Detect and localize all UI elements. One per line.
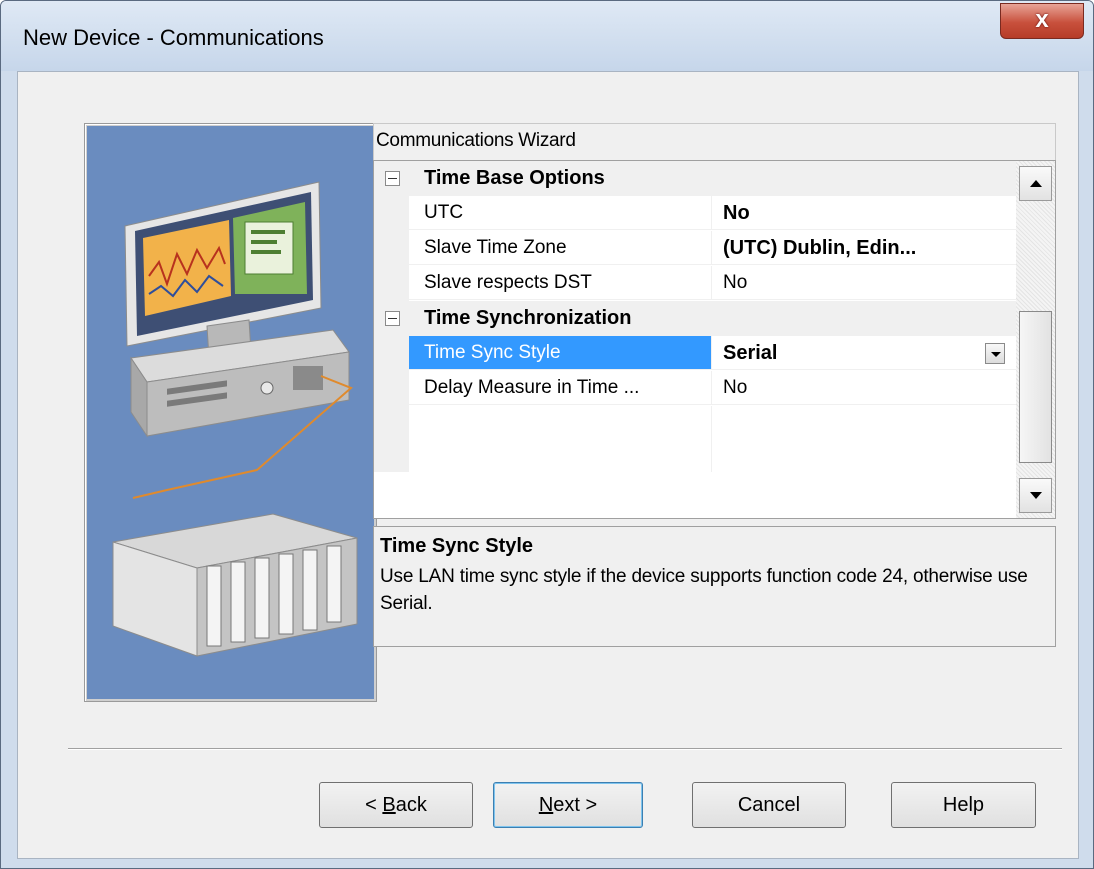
property-name-label: Slave Time Zone <box>424 237 567 258</box>
vertical-scrollbar[interactable] <box>1016 161 1055 518</box>
property-value-label: No <box>723 377 748 398</box>
property-name-label: Time Sync Style <box>424 342 561 363</box>
scrollbar-thumb[interactable] <box>1019 311 1052 463</box>
property-value-select[interactable]: Serial <box>711 336 1016 370</box>
back-button-label: ack <box>395 794 427 816</box>
wizard-header: Communications Wizard <box>373 123 1056 162</box>
collapse-toggle-icon[interactable] <box>385 171 400 186</box>
description-text: Use LAN time sync style if the device su… <box>380 566 1028 614</box>
grid-empty-area <box>374 406 1016 472</box>
description-title: Time Sync Style <box>380 535 534 557</box>
property-row-utc[interactable]: UTC No <box>374 196 1016 231</box>
category-time-synchronization[interactable]: Time Synchronization <box>374 301 1016 336</box>
next-button-accesskey: N <box>538 794 554 816</box>
property-name-label: Delay Measure in Time ... <box>424 377 640 398</box>
next-button[interactable]: Next > <box>493 782 643 828</box>
wizard-header-label: Communications Wizard <box>376 130 576 151</box>
close-icon: x <box>1035 6 1049 33</box>
dropdown-arrow-icon[interactable] <box>985 343 1005 364</box>
help-button-label: Help <box>942 794 985 816</box>
property-value-label: (UTC) Dublin, Edin... <box>723 237 917 259</box>
back-button-prefix: < <box>365 794 383 816</box>
category-time-base-options[interactable]: Time Base Options <box>374 161 1016 196</box>
category-label: Time Synchronization <box>424 307 632 329</box>
property-row-slave-respects-dst[interactable]: Slave respects DST No <box>374 266 1016 301</box>
property-value[interactable]: No <box>711 371 1016 405</box>
property-name-label: Slave respects DST <box>424 272 592 293</box>
scroll-up-arrow-icon[interactable] <box>1019 166 1052 201</box>
property-name[interactable]: Time Sync Style <box>409 336 711 370</box>
property-value-label: Serial <box>723 342 778 364</box>
category-label: Time Base Options <box>424 167 605 189</box>
collapse-toggle-icon[interactable] <box>385 311 400 326</box>
property-value[interactable]: No <box>711 196 1016 230</box>
property-row-delay-measure[interactable]: Delay Measure in Time ... No <box>374 371 1016 406</box>
close-button[interactable]: x <box>1000 3 1084 39</box>
property-grid[interactable]: Time Base Options UTC No Slave Time Zone… <box>373 160 1056 519</box>
property-row-time-sync-style[interactable]: Time Sync Style Serial <box>374 336 1016 371</box>
window-title: New Device - Communications <box>23 25 324 50</box>
scroll-down-arrow-icon[interactable] <box>1019 478 1052 513</box>
description-panel: Time Sync Style Use LAN time sync style … <box>373 526 1056 647</box>
property-value[interactable]: No <box>711 266 1016 300</box>
back-button[interactable]: < Back <box>319 782 473 828</box>
cancel-button-label: Cancel <box>737 794 801 816</box>
property-row-slave-time-zone[interactable]: Slave Time Zone (UTC) Dublin, Edin... <box>374 231 1016 266</box>
property-name[interactable]: Delay Measure in Time ... <box>409 371 711 405</box>
separator <box>68 748 1062 750</box>
next-button-label: ext > <box>553 794 598 816</box>
property-value-label: No <box>723 272 748 293</box>
title-bar[interactable]: New Device - Communications x <box>1 1 1093 71</box>
back-button-accesskey: B <box>382 794 396 816</box>
help-button[interactable]: Help <box>891 782 1036 828</box>
property-name[interactable]: Slave respects DST <box>409 266 711 300</box>
cancel-button[interactable]: Cancel <box>692 782 846 828</box>
dialog-window: New Device - Communications x Communicat… <box>0 0 1094 869</box>
property-value[interactable]: (UTC) Dublin, Edin... <box>711 231 1016 265</box>
dialog-body: Communications Wizard Time Base Options … <box>17 71 1079 859</box>
property-value-label: No <box>723 202 750 224</box>
property-name[interactable]: UTC <box>409 196 711 230</box>
property-name-label: UTC <box>424 202 464 223</box>
property-name[interactable]: Slave Time Zone <box>409 231 711 265</box>
computer-plc-illustration <box>87 126 374 699</box>
wizard-illustration <box>84 123 377 702</box>
